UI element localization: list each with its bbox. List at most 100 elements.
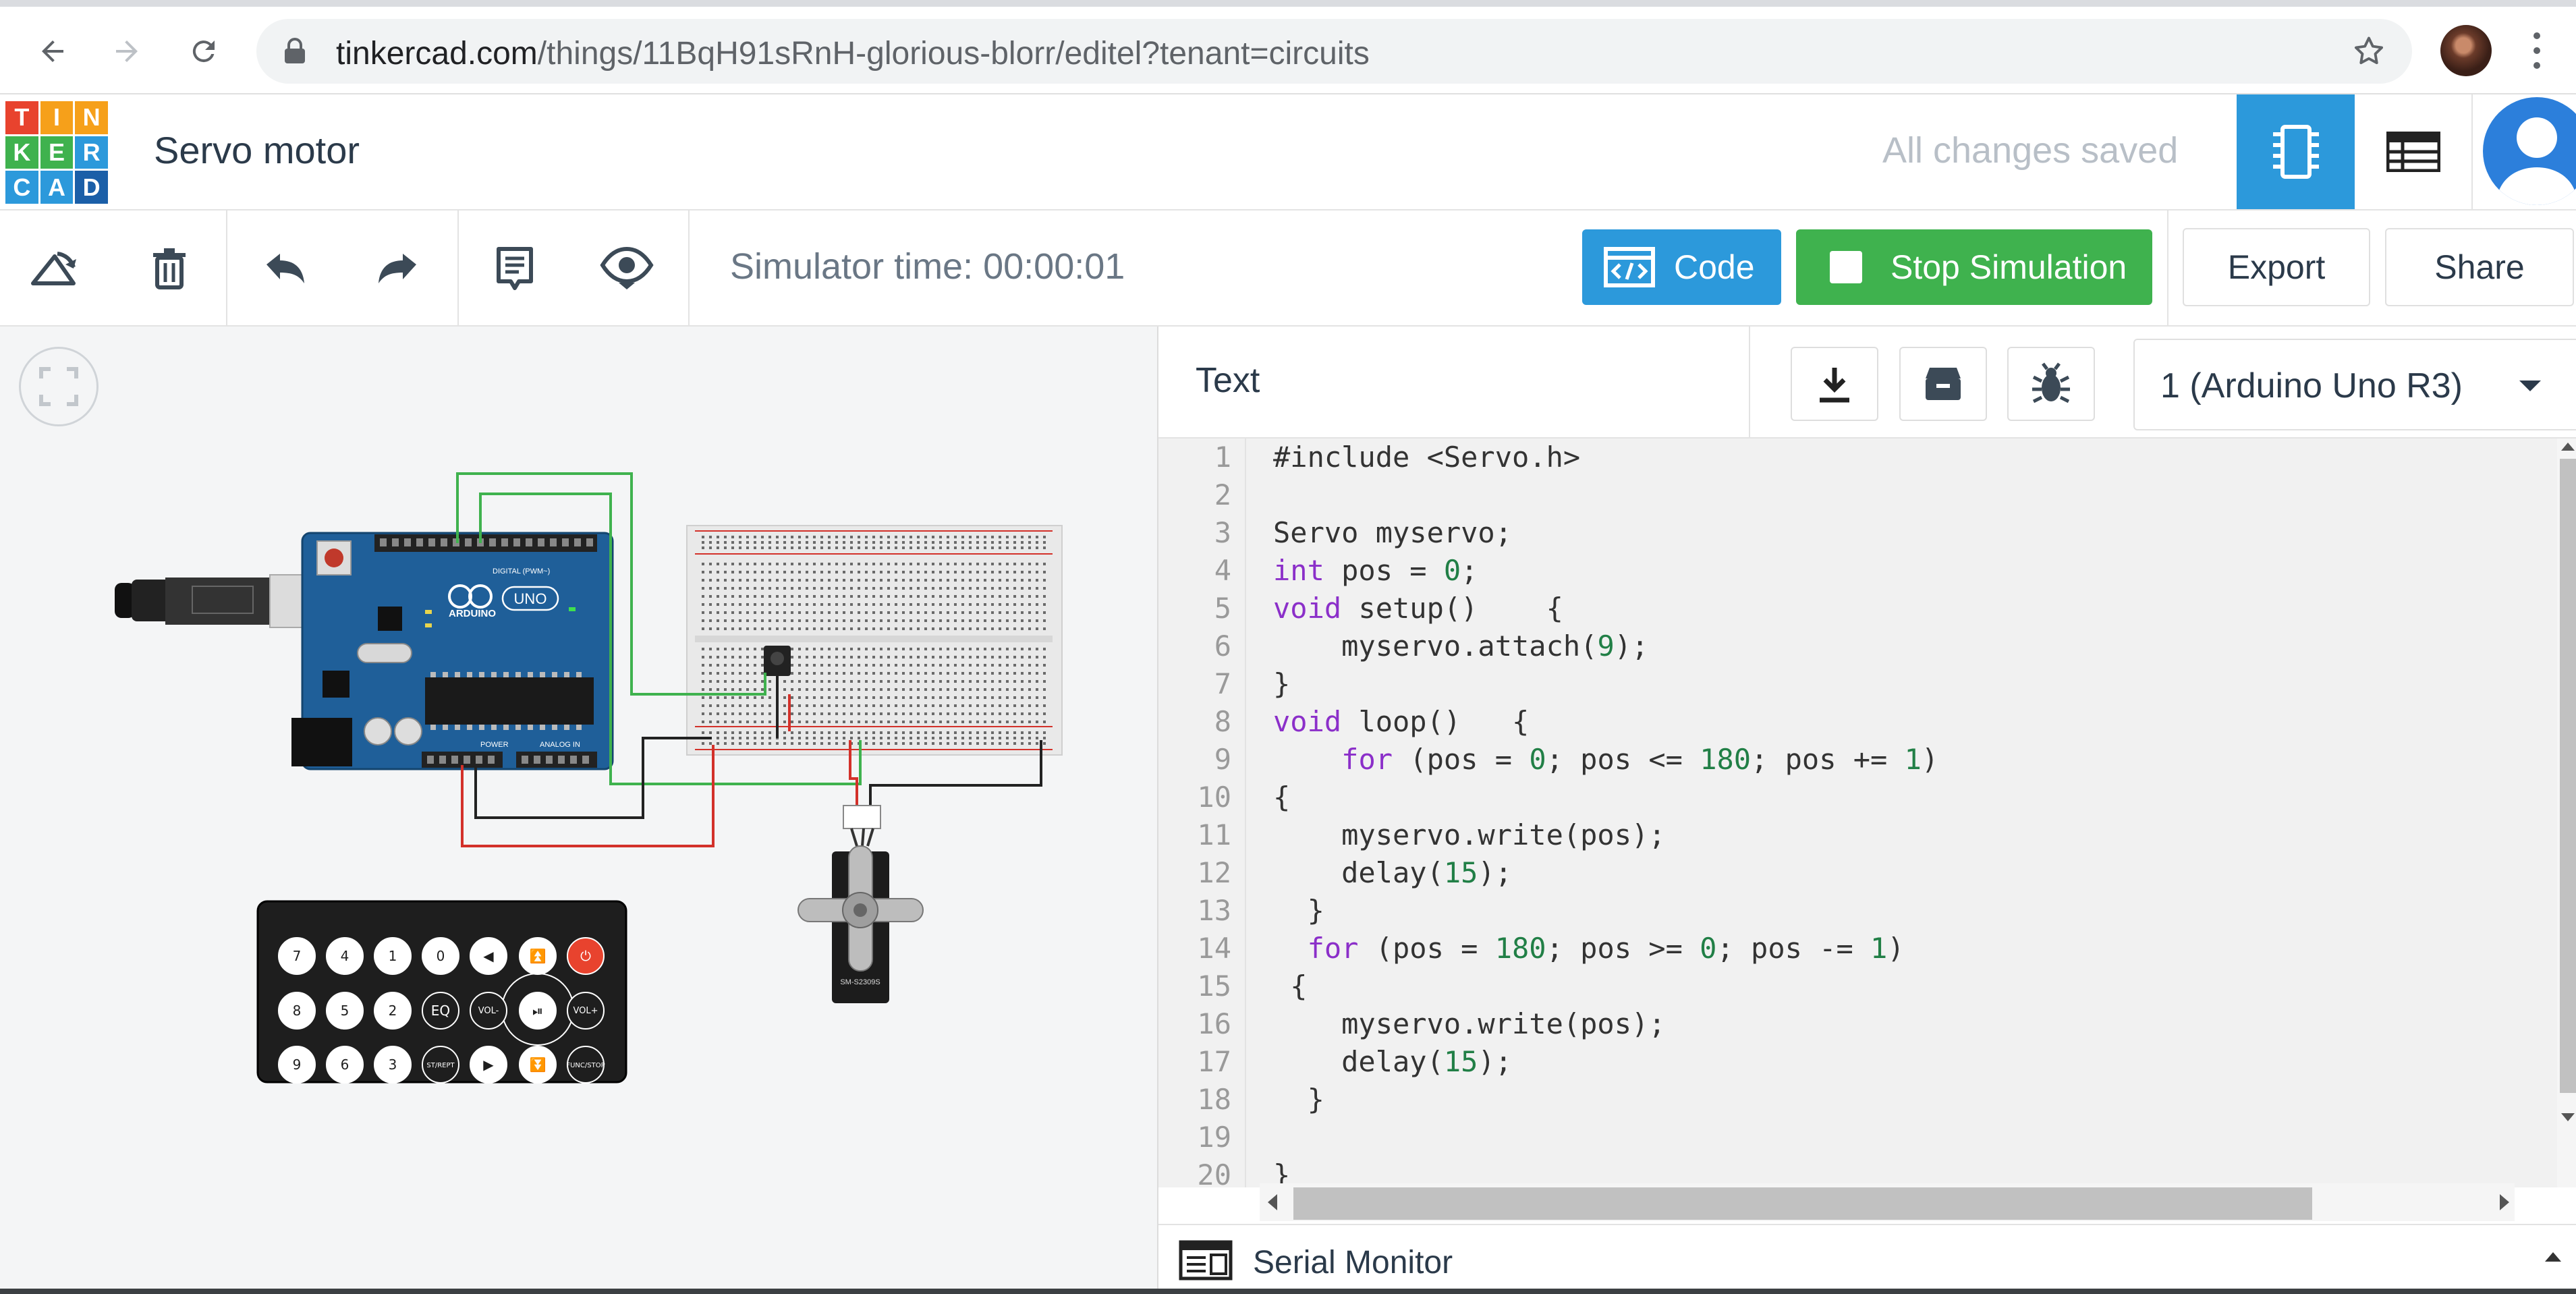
remote-button[interactable]: VOL+ — [567, 992, 605, 1030]
browser-menu-icon[interactable] — [2527, 27, 2547, 74]
remote-button[interactable]: 6 — [326, 1046, 364, 1084]
remote-button[interactable]: 0 — [422, 937, 459, 975]
code-keyword: void — [1273, 705, 1342, 738]
code-line[interactable]: } — [1273, 665, 1290, 703]
remote-button[interactable]: 8 — [278, 992, 316, 1030]
code-line[interactable]: void setup() { — [1273, 590, 1563, 627]
debugger-button[interactable] — [2007, 347, 2095, 421]
remote-button[interactable]: ⏯ — [519, 992, 557, 1030]
code-mode-label[interactable]: Text — [1196, 360, 1260, 401]
redo-icon[interactable] — [370, 241, 425, 296]
forward-icon[interactable] — [100, 24, 154, 78]
logo-letter: C — [5, 171, 38, 204]
code-line[interactable]: { — [1273, 967, 1307, 1005]
undo-icon[interactable] — [258, 241, 313, 296]
export-button[interactable]: Export — [2183, 228, 2370, 306]
remote-button[interactable]: 7 — [278, 937, 316, 975]
ir-receiver[interactable] — [764, 646, 791, 676]
device-select-value: 1 (Arduino Uno R3) — [2160, 366, 2463, 405]
code-line[interactable]: Servo myservo; — [1273, 514, 1512, 552]
remote-button[interactable]: 9 — [278, 1046, 316, 1084]
notes-icon[interactable] — [487, 241, 542, 296]
line-number: 2 — [1214, 478, 1231, 511]
code-line[interactable]: myservo.attach(9); — [1273, 627, 1648, 665]
remote-button[interactable]: 2 — [374, 992, 412, 1030]
code-text: ); — [1614, 629, 1649, 663]
line-number: 20 — [1197, 1158, 1231, 1187]
share-button[interactable]: Share — [2385, 228, 2574, 306]
code-panel-header: Text 1 (Arduino Uno R3) — [1158, 327, 2576, 439]
code-line[interactable]: } — [1273, 892, 1324, 930]
component-list-button[interactable] — [2355, 94, 2473, 209]
code-line[interactable]: } — [1273, 1081, 1324, 1119]
code-editor[interactable]: 1 #include <Servo.h> 2 3 Servo myservo; 4 int … — [1158, 439, 2576, 1187]
remote-button-label: 1 — [389, 948, 397, 964]
back-icon[interactable] — [26, 24, 80, 78]
remote-button[interactable]: ST/REPT — [422, 1046, 459, 1084]
arduino-pwm-label: DIGITAL (PWM~) — [493, 567, 550, 575]
reload-icon[interactable] — [177, 24, 231, 78]
code-line[interactable]: #include <Servo.h> — [1273, 439, 1580, 476]
download-button[interactable] — [1791, 347, 1878, 421]
line-number: 1 — [1214, 441, 1231, 474]
remote-button[interactable]: ⏫ — [519, 937, 557, 975]
chevron-up-icon[interactable] — [2545, 1252, 2561, 1262]
remote-button[interactable]: ⏬ — [519, 1046, 557, 1084]
library-button[interactable] — [1899, 347, 1987, 421]
bookmark-star-icon[interactable] — [2351, 34, 2386, 72]
circuit-diagram: ARDUINO UNO DIGITAL (PWM~) POWER ANALOG … — [115, 472, 1063, 1084]
user-avatar[interactable] — [2483, 97, 2576, 205]
stop-simulation-button[interactable]: Stop Simulation — [1796, 229, 2152, 305]
code-line[interactable]: myservo.write(pos); — [1273, 816, 1665, 854]
breadboard[interactable] — [686, 525, 1063, 756]
code-line[interactable]: delay(15); — [1273, 1043, 1512, 1081]
code-line[interactable]: myservo.write(pos); — [1273, 1005, 1665, 1043]
servo-motor[interactable]: SM-S2309S — [797, 805, 924, 1003]
browser-profile-avatar[interactable] — [2440, 25, 2492, 76]
serial-monitor-bar[interactable]: Serial Monitor — [1158, 1224, 2576, 1294]
url-text: tinkercad.com/things/11BqH91sRnH-gloriou… — [336, 35, 1370, 72]
toolbar-divider — [688, 210, 690, 325]
remote-button[interactable]: 3 — [374, 1046, 412, 1084]
remote-button[interactable]: 5 — [326, 992, 364, 1030]
device-select[interactable]: 1 (Arduino Uno R3) — [2133, 339, 2576, 430]
remote-button-label: 3 — [389, 1057, 397, 1073]
remote-button[interactable]: 1 — [374, 937, 412, 975]
line-number: 9 — [1214, 743, 1231, 776]
code-line[interactable]: for (pos = 180; pos >= 0; pos -= 1) — [1273, 930, 1905, 967]
code-line[interactable]: void loop() { — [1273, 703, 1529, 741]
remote-button[interactable]: FUNC/STOP — [566, 1046, 605, 1084]
vertical-scrollbar[interactable] — [2557, 439, 2576, 1187]
remote-button[interactable]: 4 — [326, 937, 364, 975]
code-line[interactable]: delay(15); — [1273, 854, 1512, 892]
address-bar[interactable]: tinkercad.com/things/11BqH91sRnH-gloriou… — [256, 19, 2412, 84]
remote-button[interactable]: ⏻ — [567, 937, 605, 975]
code-line[interactable]: { — [1273, 779, 1290, 816]
horizontal-scrollbar[interactable] — [1260, 1183, 2515, 1221]
code-number: 9 — [1597, 629, 1615, 663]
circuit-view-button[interactable] — [2237, 94, 2355, 209]
code-editor-panel: Text 1 (Arduino Uno R3) 1 #include <Servo… — [1157, 327, 2576, 1294]
remote-button[interactable]: EQ — [422, 992, 459, 1030]
circuit-canvas[interactable]: ARDUINO UNO DIGITAL (PWM~) POWER ANALOG … — [0, 327, 1157, 1294]
visibility-icon[interactable] — [599, 241, 654, 296]
ir-remote[interactable]: 7 4 1 0 ◀ ⏫ ⏻ 8 5 2 EQ VOL- ⏯ VOL+ 9 6 3 ST/REPT ▶ ⏬ FUNC/ST… — [256, 900, 627, 1084]
tinkercad-logo[interactable]: TIN KER CAD — [5, 101, 108, 204]
code-button[interactable]: Code — [1582, 229, 1781, 305]
arduino-uno-board[interactable]: ARDUINO UNO DIGITAL (PWM~) POWER ANALOG … — [291, 532, 614, 770]
code-text: } — [1273, 667, 1291, 700]
remote-button[interactable]: ▶ — [470, 1046, 507, 1084]
project-title[interactable]: Servo motor — [154, 128, 360, 172]
remote-button[interactable]: VOL- — [470, 992, 507, 1030]
remote-button[interactable]: ◀ — [470, 937, 507, 975]
rotate-icon[interactable] — [27, 241, 82, 296]
remote-button-label: ⏻ — [580, 948, 591, 964]
code-line[interactable]: int pos = 0; — [1273, 552, 1478, 590]
delete-icon[interactable] — [142, 241, 197, 296]
remote-button-label: 5 — [341, 1003, 349, 1019]
remote-button-label: ST/REPT — [426, 1062, 455, 1069]
taskbar-edge — [0, 1289, 2576, 1294]
logo-letter: R — [75, 136, 108, 169]
code-line[interactable]: for (pos = 0; pos <= 180; pos += 1) — [1273, 741, 1938, 779]
